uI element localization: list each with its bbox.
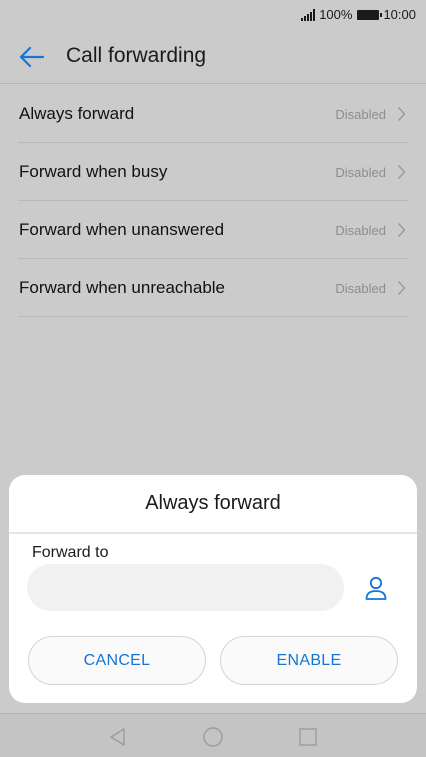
list-item-always-forward[interactable]: Always forward Disabled: [18, 85, 408, 143]
battery-percent: 100%: [319, 7, 353, 22]
list-item-label: Forward when unanswered: [19, 220, 225, 239]
contact-icon[interactable]: [364, 575, 388, 601]
page-title: Call forwarding: [66, 44, 207, 67]
list-item-label: Forward when unreachable: [19, 278, 226, 297]
chevron-right-icon: [397, 281, 406, 295]
forward-to-label: Forward to: [32, 544, 109, 561]
list-item-forward-when-busy[interactable]: Forward when busy Disabled: [18, 143, 408, 201]
back-arrow-icon[interactable]: [18, 44, 46, 70]
list-item-forward-when-unreachable[interactable]: Forward when unreachable Disabled: [18, 259, 408, 317]
call-forwarding-list: Always forward Disabled Forward when bus…: [0, 85, 426, 317]
screen: 100% 10:00 Call forwarding Always forwar…: [0, 0, 426, 757]
navigation-bar: [0, 713, 426, 757]
clock: 10:00: [383, 7, 416, 22]
nav-home-icon[interactable]: [202, 726, 224, 748]
nav-back-icon[interactable]: [107, 726, 129, 748]
status-value: Disabled: [335, 223, 386, 238]
forward-number-input[interactable]: [27, 564, 344, 611]
forward-dialog: Always forward Forward to CANCEL ENABLE: [9, 475, 417, 703]
enable-button[interactable]: ENABLE: [220, 636, 398, 685]
signal-icon: [301, 8, 316, 21]
dialog-divider: [9, 532, 417, 534]
app-bar: Call forwarding: [0, 30, 426, 84]
status-bar: 100% 10:00: [0, 0, 426, 30]
status-value: Disabled: [335, 281, 386, 296]
chevron-right-icon: [397, 223, 406, 237]
list-item-label: Forward when busy: [19, 162, 168, 181]
chevron-right-icon: [397, 107, 406, 121]
battery-icon: [357, 9, 383, 20]
nav-recents-icon[interactable]: [297, 726, 319, 748]
status-indicators: 100% 10:00: [301, 7, 416, 22]
status-value: Disabled: [335, 165, 386, 180]
chevron-right-icon: [397, 165, 406, 179]
list-item-forward-when-unanswered[interactable]: Forward when unanswered Disabled: [18, 201, 408, 259]
cancel-button[interactable]: CANCEL: [28, 636, 206, 685]
dialog-title: Always forward: [145, 492, 281, 514]
list-item-label: Always forward: [19, 104, 135, 123]
status-value: Disabled: [335, 107, 386, 122]
